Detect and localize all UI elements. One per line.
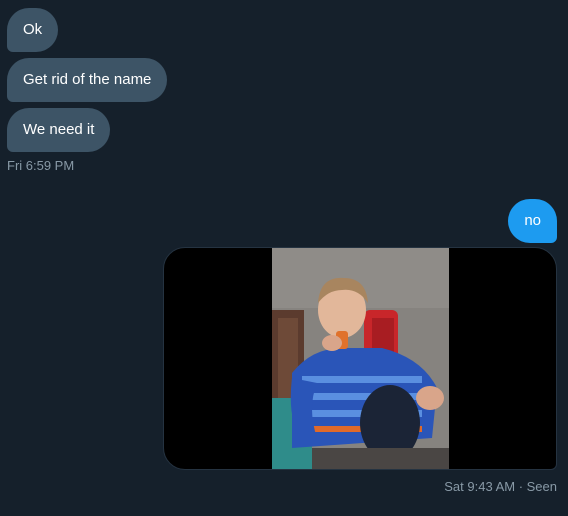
message-text: We need it [23, 121, 95, 138]
received-message-bubble[interactable]: We need it [7, 108, 111, 152]
video-message[interactable] [163, 247, 557, 470]
sent-message-bubble[interactable]: no [508, 199, 557, 243]
sent-timestamp-seen: Sat 9:43 AM · Seen [444, 479, 557, 494]
received-message-bubble[interactable]: Ok [7, 8, 59, 52]
received-timestamp: Fri 6:59 PM [7, 158, 75, 173]
message-text: Ok [23, 21, 43, 38]
video-thumbnail [272, 248, 449, 469]
received-message-bubble[interactable]: Get rid of the name [7, 58, 168, 102]
message-text: Get rid of the name [23, 71, 152, 88]
video-frame-image [272, 248, 449, 469]
message-text: no [524, 212, 541, 229]
